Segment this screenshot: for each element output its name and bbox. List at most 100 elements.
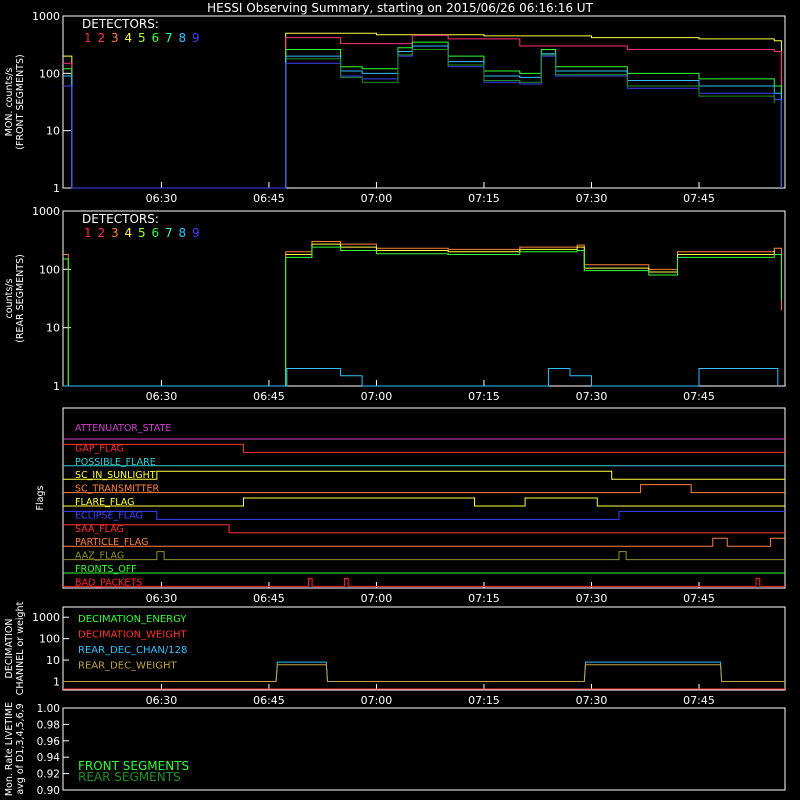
x-tick-label-2-1: 06:45 (253, 592, 285, 605)
x-tick-label-3-5: 07:45 (683, 694, 715, 707)
y-tick-label-4-1: 0.92 (37, 769, 60, 781)
flag-line-7 (63, 524, 785, 534)
legend-entry-0-3: 4 (125, 31, 133, 45)
x-tick-label-3-1: 06:45 (253, 694, 285, 707)
y-axis-label-4-1: avg of D1,3,4,5,6,9 (15, 703, 26, 794)
legend-entry-0-8: 9 (192, 31, 200, 45)
x-tick-label-0-1: 06:45 (253, 192, 285, 205)
legend-entry-1-7: 8 (179, 226, 187, 240)
flag-line-9 (63, 551, 785, 561)
legend-entry-1-1: 2 (98, 226, 106, 240)
x-tick-label-0-0: 06:30 (146, 192, 178, 205)
y-tick-label-0-0: 1 (53, 182, 60, 195)
flag-label-1: GAP_FLAG (75, 443, 124, 454)
x-tick-label-0-2: 07:00 (361, 192, 393, 205)
decimation-legend-3: REAR_DEC_WEIGHT (78, 661, 177, 672)
series-line-1-1 (285, 243, 775, 273)
series-line-0-1 (63, 34, 782, 189)
series-line-0-3 (63, 45, 782, 189)
observing-summary: HESSI Observing Summary, starting on 201… (0, 0, 800, 800)
y-axis-label-3-1: CHANNEL or weight (15, 601, 26, 695)
y-axis-label-2: Flags (35, 485, 46, 510)
legend-entry-0-0: 1 (84, 31, 92, 45)
decimation-legend-2: REAR_DEC_CHAN/128 (78, 645, 187, 656)
legend-entry-0-2: 3 (111, 31, 119, 45)
y-tick-label-3-1: 10 (46, 654, 60, 667)
y-tick-label-0-3: 1000 (32, 10, 60, 23)
x-tick-label-2-3: 07:15 (468, 592, 500, 605)
summary-plot: HESSI Observing Summary, starting on 201… (4, 1, 786, 797)
series-line-0-2 (63, 41, 782, 189)
y-tick-label-1-0: 1 (53, 380, 60, 393)
decimation-legend-0: DECIMATION_ENERGY (78, 614, 187, 625)
y-axis-label-0-1: (FRONT SEGMENTS) (15, 54, 26, 149)
x-tick-label-1-4: 07:30 (576, 390, 608, 403)
y-tick-label-3-2: 100 (39, 633, 60, 646)
legend-entry-1-3: 4 (125, 226, 133, 240)
legend-entry-0-4: 5 (138, 31, 146, 45)
y-axis-label-0-0: MON. counts/s (4, 68, 15, 137)
x-tick-label-1-3: 07:15 (468, 390, 500, 403)
flag-line-4 (63, 484, 785, 494)
legend-entry-1-6: 7 (165, 226, 173, 240)
series-line-1-3 (63, 367, 779, 387)
flag-line-11 (63, 577, 785, 587)
y-tick-label-3-3: 1000 (32, 611, 60, 624)
series-line-0-4 (63, 49, 782, 189)
flag-label-0: ATTENUATOR_STATE (75, 423, 171, 434)
y-tick-label-0-2: 100 (39, 67, 60, 80)
x-tick-label-2-5: 07:45 (683, 592, 715, 605)
livetime-legend-1: REAR SEGMENTS (78, 770, 181, 784)
y-tick-label-4-4: 0.98 (37, 719, 60, 731)
flag-line-8 (63, 537, 785, 547)
plot-title: HESSI Observing Summary, starting on 201… (207, 1, 593, 15)
y-tick-label-4-3: 0.96 (37, 736, 61, 748)
legend-title-1: DETECTORS: (82, 212, 159, 226)
y-axis-label-1-0: counts/s (4, 279, 15, 319)
x-tick-label-3-4: 07:30 (576, 694, 608, 707)
legend-entry-1-2: 3 (111, 226, 119, 240)
x-tick-label-0-5: 07:45 (683, 192, 715, 205)
decimation-legend-1: DECIMATION_WEIGHT (78, 630, 187, 641)
y-tick-label-1-2: 100 (39, 263, 60, 276)
series-line-1-0 (63, 241, 782, 387)
legend-entry-1-8: 9 (192, 226, 200, 240)
x-tick-label-3-3: 07:15 (468, 694, 500, 707)
series-line-1-2 (63, 246, 782, 387)
y-tick-label-1-1: 10 (46, 322, 60, 335)
x-tick-label-1-1: 06:45 (253, 390, 285, 403)
y-axis-label-3-0: DECIMATION (4, 619, 15, 679)
legend-entry-1-4: 5 (138, 226, 146, 240)
y-tick-label-1-3: 1000 (32, 205, 60, 218)
flag-line-3 (63, 470, 785, 480)
legend-entry-1-0: 1 (84, 226, 92, 240)
legend-title-0: DETECTORS: (82, 17, 159, 31)
legend-entry-0-7: 8 (179, 31, 187, 45)
flag-line-5 (63, 497, 785, 507)
y-tick-label-0-1: 10 (46, 125, 60, 138)
series-line-0-0 (63, 32, 782, 189)
flag-line-1 (63, 443, 785, 453)
y-axis-label-4-0: Mon. Rate LIVETIME (4, 702, 15, 796)
legend-entry-1-5: 6 (152, 226, 160, 240)
y-tick-label-4-2: 0.94 (37, 752, 61, 764)
legend-entry-0-5: 6 (152, 31, 160, 45)
y-axis-label-1-1: (REAR SEGMENTS) (15, 254, 26, 343)
x-tick-label-3-2: 07:00 (361, 694, 393, 707)
flag-label-6: ECLIPSE_FLAG (75, 510, 143, 521)
x-tick-label-2-0: 06:30 (146, 592, 178, 605)
y-tick-label-4-0: 0.90 (37, 785, 60, 797)
flag-line-6 (63, 510, 785, 520)
x-tick-label-0-3: 07:15 (468, 192, 500, 205)
legend-entry-0-1: 2 (98, 31, 106, 45)
x-tick-label-1-2: 07:00 (361, 390, 393, 403)
x-tick-label-1-0: 06:30 (146, 390, 178, 403)
x-tick-label-2-2: 07:00 (361, 592, 393, 605)
legend-entry-0-6: 7 (165, 31, 173, 45)
y-tick-label-3-0: 1 (53, 675, 60, 688)
y-tick-label-4-5: 1.00 (37, 703, 60, 715)
x-tick-label-3-0: 06:30 (146, 694, 178, 707)
x-tick-label-2-4: 07:30 (576, 592, 608, 605)
flag-label-7: SAA_FLAG (75, 524, 124, 535)
x-tick-label-1-5: 07:45 (683, 390, 715, 403)
